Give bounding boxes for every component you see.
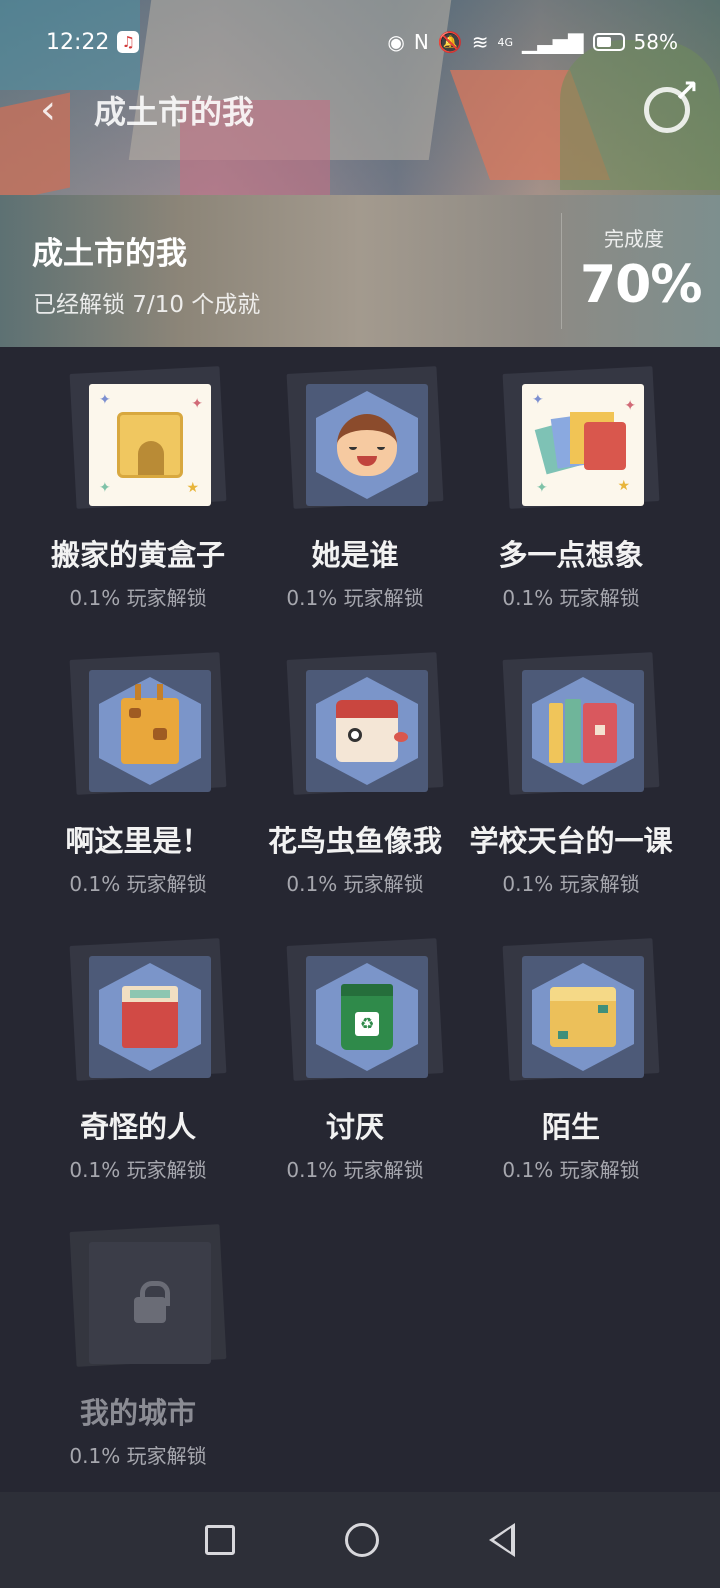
achievement-name: 奇怪的人 bbox=[79, 1110, 196, 1144]
lock-icon bbox=[134, 1281, 170, 1323]
books-icon bbox=[522, 670, 644, 792]
achievement-name: 学校天台的一课 bbox=[469, 824, 673, 858]
unlock-rate: 0.1% 玩家解锁 bbox=[286, 872, 424, 896]
divider bbox=[561, 213, 562, 329]
nfc-icon: N bbox=[413, 30, 429, 54]
bird-box-icon bbox=[306, 670, 428, 792]
battery-icon bbox=[592, 33, 625, 51]
open-red-box-icon bbox=[89, 956, 211, 1078]
status-bar: 12:22 ♫ ◉ N 🔕 ≋ 4G ▁▃▅▇ 58% bbox=[0, 22, 720, 62]
square-icon[interactable] bbox=[205, 1525, 235, 1555]
achievement-card[interactable]: 陌生 0.1% 玩家解锁 bbox=[466, 932, 676, 1202]
achievement-name: 搬家的黄盒子 bbox=[50, 538, 225, 572]
music-icon: ♫ bbox=[117, 31, 140, 53]
color-cubes-icon: ✦ ✦ ✦ ★ bbox=[522, 384, 644, 506]
locked-tile bbox=[89, 1242, 211, 1364]
system-nav-bar bbox=[0, 1492, 720, 1588]
page-title: 成土市的我 bbox=[94, 93, 255, 131]
network-label: 4G bbox=[497, 35, 514, 49]
achievement-name: 讨厌 bbox=[325, 1110, 384, 1144]
achievement-card[interactable]: ✦ ✦ ✦ ★ 多一点想象 0.1% 玩家解锁 bbox=[466, 360, 676, 630]
circle-icon[interactable] bbox=[345, 1523, 379, 1557]
achievement-name: 她是谁 bbox=[311, 538, 399, 572]
girl-face-icon bbox=[306, 384, 428, 506]
summary-title: 成土市的我 bbox=[32, 236, 187, 272]
battery-level: 58% bbox=[633, 30, 678, 54]
unlock-rate: 0.1% 玩家解锁 bbox=[286, 586, 424, 610]
signal-icon: ▁▃▅▇ bbox=[522, 30, 584, 54]
trash-bin-icon: ♻ bbox=[306, 956, 428, 1078]
status-time: 12:22 bbox=[46, 29, 110, 55]
achievement-card[interactable]: 学校天台的一课 0.1% 玩家解锁 bbox=[466, 646, 676, 916]
unlock-rate: 0.1% 玩家解锁 bbox=[286, 1158, 424, 1182]
wifi-icon: ≋ bbox=[471, 30, 489, 54]
achievement-card[interactable]: 奇怪的人 0.1% 玩家解锁 bbox=[33, 932, 243, 1202]
achievement-card[interactable]: 她是谁 0.1% 玩家解锁 bbox=[250, 360, 460, 630]
triangle-back-icon[interactable] bbox=[489, 1523, 515, 1557]
unlock-rate: 0.1% 玩家解锁 bbox=[69, 1444, 207, 1468]
eye-icon: ◉ bbox=[387, 30, 405, 54]
unlock-rate: 0.1% 玩家解锁 bbox=[69, 586, 207, 610]
unlock-rate: 0.1% 玩家解锁 bbox=[69, 872, 207, 896]
achievement-card[interactable]: ♻ 讨厌 0.1% 玩家解锁 bbox=[250, 932, 460, 1202]
unlock-rate: 0.1% 玩家解锁 bbox=[502, 586, 640, 610]
achievement-name: 啊这里是！ bbox=[65, 824, 211, 858]
chevron-left-icon[interactable]: ‹ bbox=[40, 87, 80, 133]
completion-value: 70% bbox=[580, 255, 702, 315]
share-icon[interactable] bbox=[644, 74, 699, 133]
unlock-rate: 0.1% 玩家解锁 bbox=[502, 1158, 640, 1182]
cardboard-box-icon bbox=[522, 956, 644, 1078]
mute-icon: 🔕 bbox=[437, 30, 463, 54]
giraffe-box-icon bbox=[89, 670, 211, 792]
achievement-name: 多一点想象 bbox=[498, 538, 644, 572]
top-nav: ‹ 成土市的我 bbox=[0, 74, 720, 145]
unlock-count: 已经解锁 7/10 个成就 bbox=[33, 292, 261, 318]
achievement-name: 花鸟虫鱼像我 bbox=[267, 824, 442, 858]
achievement-name: 陌生 bbox=[541, 1110, 600, 1144]
progress-summary: 成土市的我 已经解锁 7/10 个成就 完成度 70% bbox=[0, 195, 720, 347]
achievement-card-locked[interactable]: 我的城市 0.1% 玩家解锁 bbox=[33, 1218, 243, 1488]
achievement-card[interactable]: 啊这里是！ 0.1% 玩家解锁 bbox=[33, 646, 243, 916]
completion-label: 完成度 bbox=[604, 227, 664, 251]
achievement-name: 我的城市 bbox=[79, 1396, 196, 1430]
achievement-card[interactable]: 花鸟虫鱼像我 0.1% 玩家解锁 bbox=[250, 646, 460, 916]
unlock-rate: 0.1% 玩家解锁 bbox=[69, 1158, 207, 1182]
achievement-card[interactable]: ✦ ✦ ✦ ★ 搬家的黄盒子 0.1% 玩家解锁 bbox=[33, 360, 243, 630]
yellow-box-icon: ✦ ✦ ✦ ★ bbox=[89, 384, 211, 506]
unlock-rate: 0.1% 玩家解锁 bbox=[502, 872, 640, 896]
